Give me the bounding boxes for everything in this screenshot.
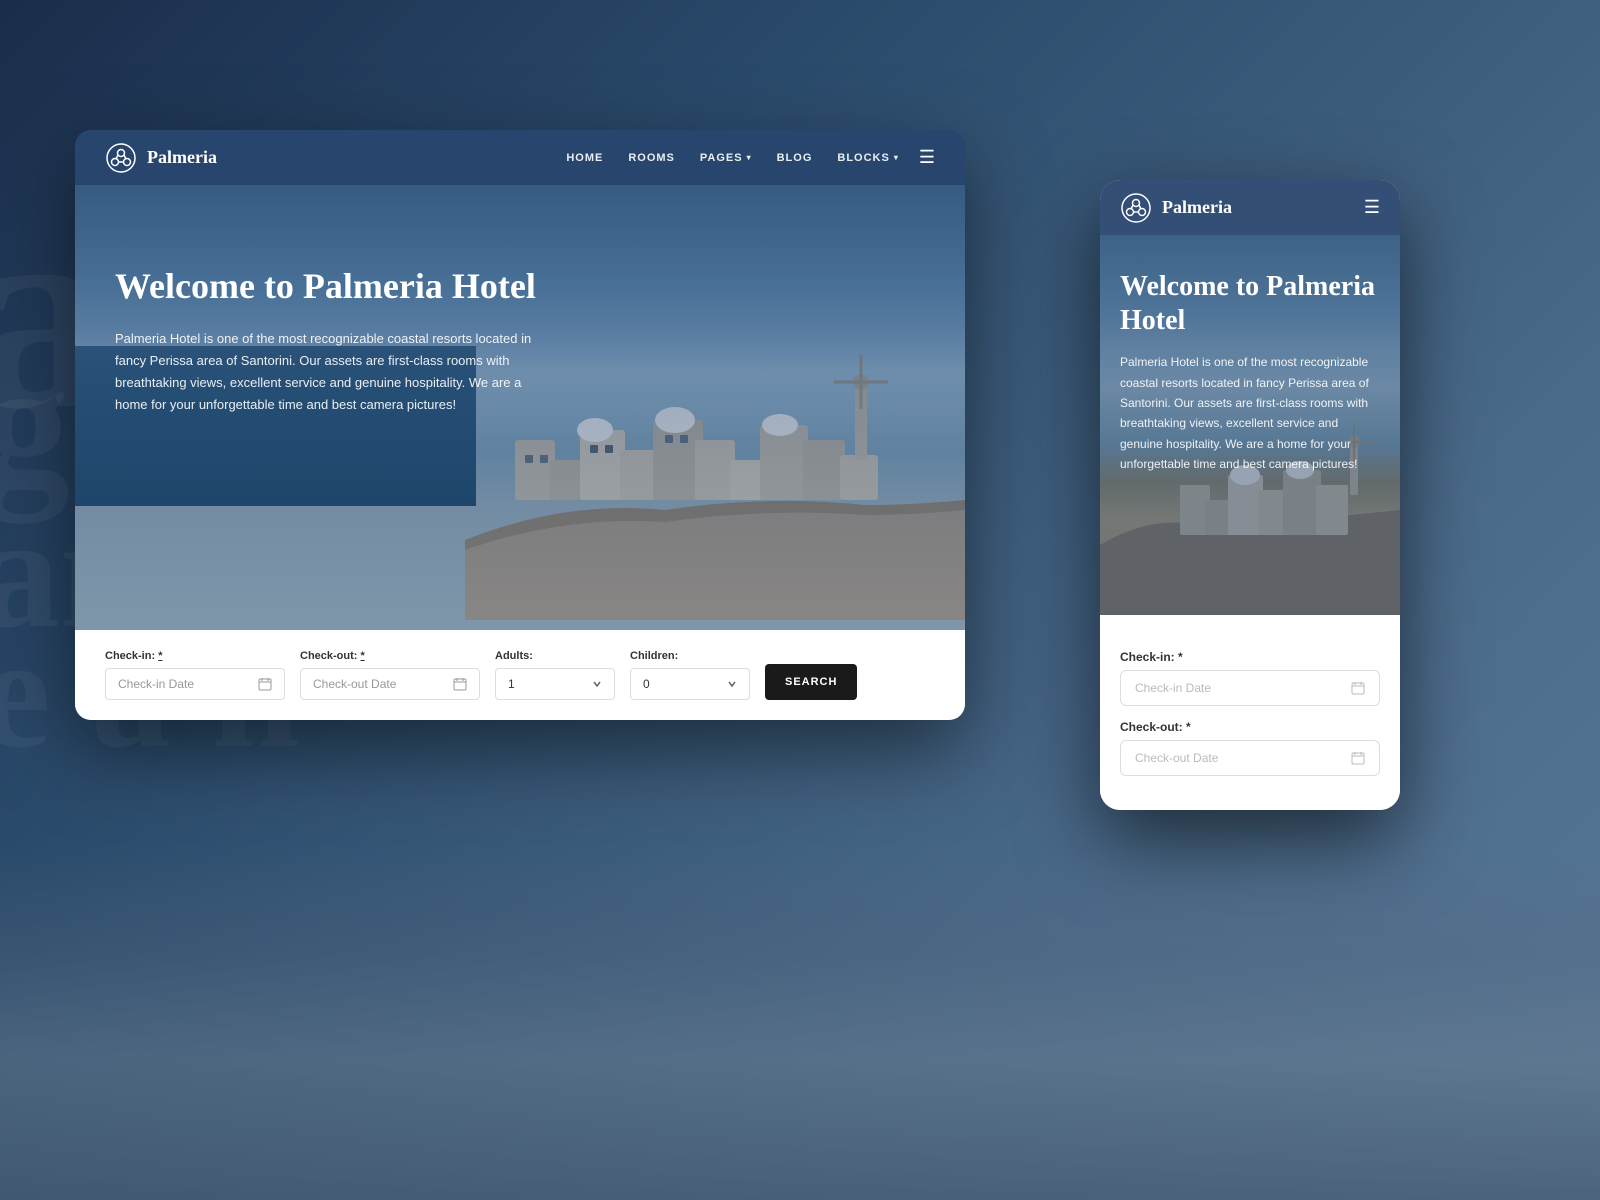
desktop-hero-description: Palmeria Hotel is one of the most recogn… [115,328,535,416]
mobile-checkin-input[interactable]: Check-in Date [1120,670,1380,706]
nav-blog[interactable]: BLOG [777,152,813,164]
desktop-logo[interactable]: Palmeria [105,142,217,174]
mobile-checkin-calendar-icon [1351,681,1365,695]
mobile-hero-description: Palmeria Hotel is one of the most recogn… [1120,352,1380,474]
nav-rooms[interactable]: ROOMS [628,152,675,164]
desktop-menu-icon[interactable]: ☰ [919,147,935,168]
nav-home[interactable]: HOME [566,152,603,164]
nav-pages[interactable]: PAGES ▾ [700,152,752,164]
mobile-hero-title: Welcome to Palmeria Hotel [1120,270,1380,337]
nav-blocks[interactable]: BLOCKS ▾ [837,152,898,164]
checkin-field: Check-in: * Check-in Date [105,650,285,700]
mobile-checkout-calendar-icon [1351,751,1365,765]
children-label: Children: [630,650,750,662]
mobile-booking-form: Check-in: * Check-in Date Check-out: * C… [1100,630,1400,810]
mobile-hero-section: Welcome to Palmeria Hotel Palmeria Hotel… [1100,235,1400,615]
mobile-browser-window: Palmeria ☰ Welcome to Pal [1100,180,1400,810]
checkout-field: Check-out: * Check-out Date [300,650,480,700]
checkin-input[interactable]: Check-in Date [105,668,285,700]
desktop-navbar: Palmeria HOME ROOMS PAGES ▾ BLOG BLOCKS … [75,130,965,185]
desktop-hero-section: Welcome to Palmeria Hotel Palmeria Hotel… [75,185,965,720]
search-button[interactable]: SEARCH [765,664,857,700]
children-field: Children: 0 [630,650,750,700]
desktop-nav-links: HOME ROOMS PAGES ▾ BLOG BLOCKS ▾ [566,152,899,164]
desktop-hero-content: Welcome to Palmeria Hotel Palmeria Hotel… [75,185,965,417]
mobile-checkout-input[interactable]: Check-out Date [1120,740,1380,776]
mobile-checkout-field: Check-out: * Check-out Date [1120,720,1380,776]
checkout-label: Check-out: * [300,650,480,662]
adults-select[interactable]: 1 [495,668,615,700]
children-select[interactable]: 0 [630,668,750,700]
desktop-booking-form: Check-in: * Check-in Date Check-out: [75,630,965,720]
desktop-logo-text: Palmeria [147,147,217,168]
mobile-checkout-label: Check-out: * [1120,720,1380,734]
checkin-calendar-icon [258,677,272,691]
checkout-input[interactable]: Check-out Date [300,668,480,700]
pages-chevron-icon: ▾ [747,153,752,162]
bg-scene-bottom [0,850,1600,1200]
adults-field: Adults: 1 [495,650,615,700]
mobile-logo-icon [1120,192,1152,224]
children-chevron-icon [727,679,737,689]
mobile-hero-content: Welcome to Palmeria Hotel Palmeria Hotel… [1100,235,1400,475]
blocks-chevron-icon: ▾ [894,153,899,162]
logo-icon [105,142,137,174]
mobile-menu-icon[interactable]: ☰ [1364,197,1380,218]
desktop-browser-window: Palmeria HOME ROOMS PAGES ▾ BLOG BLOCKS … [75,130,965,720]
mobile-logo-text: Palmeria [1162,197,1232,218]
checkout-required: * [361,650,365,662]
checkout-calendar-icon [453,677,467,691]
adults-label: Adults: [495,650,615,662]
checkin-label: Check-in: * [105,650,285,662]
checkin-required: * [158,650,162,662]
mobile-logo[interactable]: Palmeria [1120,192,1232,224]
mobile-checkin-label: Check-in: * [1120,650,1380,664]
mobile-navbar: Palmeria ☰ [1100,180,1400,235]
adults-chevron-icon [592,679,602,689]
desktop-hero-title: Welcome to Palmeria Hotel [115,265,925,308]
mobile-checkin-field: Check-in: * Check-in Date [1120,650,1380,706]
